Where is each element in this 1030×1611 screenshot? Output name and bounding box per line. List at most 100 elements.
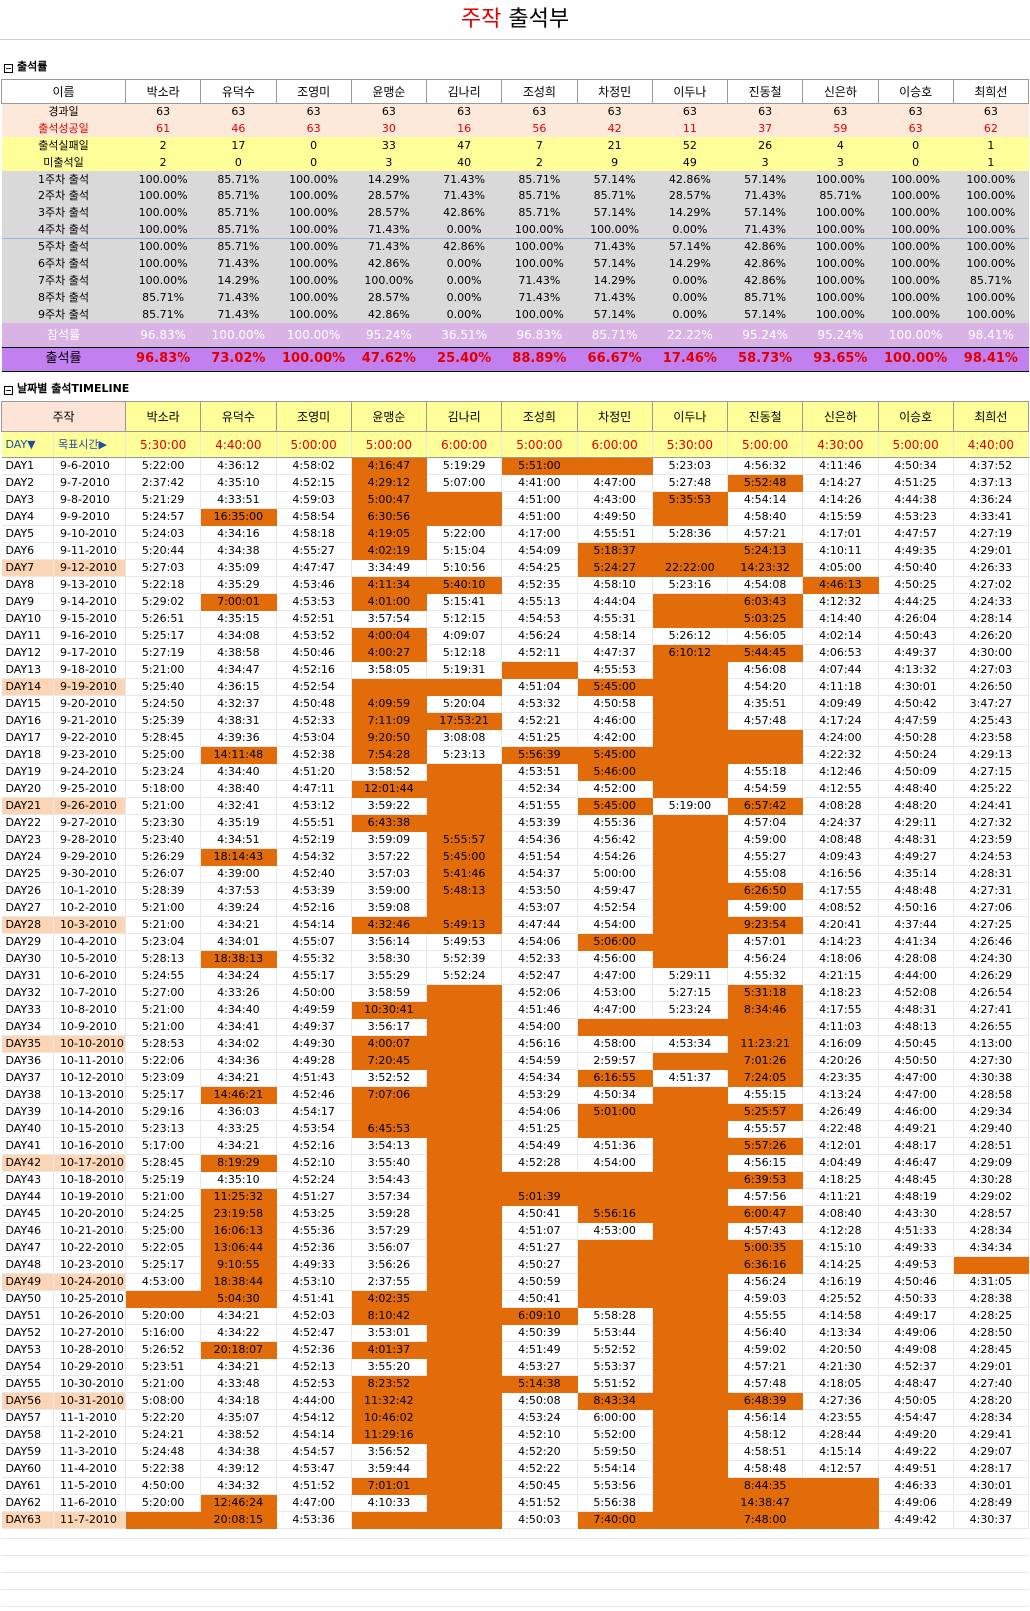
rate-cell: 100.00% [878, 346, 954, 372]
time-cell: 4:11:34 [351, 576, 428, 594]
time-cell: 4:27:30 [953, 1052, 1030, 1070]
name-cell: 이승호 [877, 79, 954, 104]
time-cell: 4:04:49 [802, 1154, 879, 1172]
summary-cell: 42.86% [426, 238, 502, 256]
time-cell: 4:23:35 [802, 1069, 879, 1087]
summary-cell: 62 [953, 120, 1029, 138]
time-cell: 4:48:48 [878, 882, 954, 900]
time-cell [426, 1035, 503, 1053]
day-sort-label[interactable]: DAY▼ [1, 431, 54, 458]
summary-cell: 63 [351, 103, 427, 121]
date-cell: 9-21-2010 [53, 712, 126, 730]
time-cell: 5:22:00 [426, 525, 503, 543]
date-cell: 10-21-2010 [53, 1222, 126, 1240]
time-cell: 5:45:00 [577, 678, 653, 696]
table-row: DAY1 9-6-2010 5:22:00 4:36:12 4:58:02 4:16:47… [1, 457, 1030, 475]
time-cell: 5:24:25 [125, 1205, 202, 1223]
time-cell: 11:29:16 [351, 1426, 428, 1444]
day-cell: DAY27 [1, 899, 54, 917]
summary-cell: 57.14% [727, 306, 803, 324]
time-cell: 4:51:49 [501, 1341, 578, 1359]
time-cell: 4:52:22 [501, 1460, 578, 1478]
time-cell: 4:23:55 [802, 1409, 879, 1427]
date-cell: 9-29-2010 [53, 848, 126, 866]
table-row: DAY29 10-4-2010 5:23:04 4:34:01 4:55:07 3:56:… [1, 933, 1030, 951]
time-cell [652, 899, 729, 917]
time-cell: 4:17:24 [802, 712, 879, 730]
time-cell: 4:12:01 [802, 1137, 879, 1155]
time-cell: 3:56:26 [351, 1256, 428, 1274]
date-cell: 9-18-2010 [53, 661, 126, 679]
time-cell: 4:34:21 [200, 1358, 277, 1376]
table-row: DAY11 9-16-2010 5:25:17 4:34:08 4:53:52 4:00:… [1, 627, 1030, 645]
time-cell: 4:52:35 [501, 576, 578, 594]
time-cell: 5:28:39 [125, 882, 202, 900]
time-cell: 4:16:56 [802, 865, 879, 883]
summary-header-row: 이름 박소라 유덕수 조영미 윤맹순 김나리 조성희 차정민 이두나 진동철 신은하 이승호 최희선 [1, 79, 1030, 104]
time-cell: 5:29:16 [125, 1103, 202, 1121]
summary-cell: 100.00% [276, 272, 352, 290]
time-cell [652, 729, 729, 747]
time-cell: 4:24:41 [953, 797, 1030, 815]
section-timeline[interactable]: − 날짜별 출석TIMELINE [4, 380, 129, 398]
summary-cell: 42.86% [426, 204, 502, 222]
row-label: 8주차 출석 [1, 289, 126, 307]
summary-cell: 100.00% [501, 221, 577, 239]
time-cell [426, 1086, 503, 1104]
time-cell: 4:50:45 [878, 1035, 954, 1053]
summary-cell: 59 [802, 120, 878, 138]
time-cell: 4:50:40 [878, 559, 954, 577]
collapse-icon[interactable]: − [4, 64, 13, 73]
time-cell: 4:54:09 [501, 542, 578, 560]
page-title: 주작 출석부 [0, 0, 1030, 40]
rate-cell: 73.02% [200, 346, 276, 372]
summary-cell: 100.00% [802, 255, 878, 273]
time-cell: 5:25:19 [125, 1171, 202, 1189]
section-attendance-rate[interactable]: − 출석률 [4, 58, 47, 76]
time-cell: 5:22:00 [125, 457, 202, 475]
time-cell: 4:58:00 [577, 1035, 653, 1053]
time-cell: 4:49:27 [878, 848, 954, 866]
time-cell: 3:59:22 [351, 797, 428, 815]
time-cell: 4:54:53 [501, 610, 578, 628]
time-cell: 4:28:58 [953, 1086, 1030, 1104]
time-cell: 4:25:52 [802, 1290, 879, 1308]
summary-cell: 2 [125, 137, 201, 155]
time-cell: 4:49:30 [276, 1035, 352, 1053]
time-cell: 4:54:36 [501, 831, 578, 849]
time-cell: 4:58:48 [727, 1460, 804, 1478]
time-cell: 4:34:01 [200, 933, 277, 951]
time-cell: 4:11:18 [802, 678, 879, 696]
summary-cell: 100.00% [351, 272, 427, 290]
time-cell: 4:31:05 [953, 1273, 1030, 1291]
time-cell: 4:47:47 [276, 559, 352, 577]
time-cell: 4:36:24 [953, 491, 1030, 509]
time-cell: 4:51:36 [577, 1137, 653, 1155]
table-row: DAY4 9-9-2010 5:24:57 16:35:00 4:58:54 6:30:5… [1, 508, 1030, 526]
time-cell: 8:43:34 [577, 1392, 653, 1410]
summary-cell: 71.43% [426, 171, 502, 188]
summary-cell: 100.00% [953, 289, 1029, 307]
time-cell: 4:20:50 [802, 1341, 879, 1359]
time-cell: 3:59:28 [351, 1205, 428, 1223]
summary-cell: 1 [953, 154, 1029, 172]
time-cell: 4:52:00 [577, 780, 653, 798]
time-cell: 4:52:38 [276, 746, 352, 764]
time-cell [652, 1273, 729, 1291]
time-cell: 5:40:10 [426, 576, 503, 594]
time-cell: 5:56:16 [577, 1205, 653, 1223]
time-cell: 4:27:03 [953, 661, 1030, 679]
collapse-icon[interactable]: − [4, 386, 13, 395]
row-label: 3주차 출석 [1, 204, 126, 222]
summary-row: 5주차 출석 100.00% 85.71% 100.00% 71.43% 42.86% 10… [1, 238, 1029, 256]
time-cell: 4:33:41 [953, 508, 1030, 526]
time-cell: 4:49:33 [878, 1239, 954, 1257]
time-cell: 4:51:25 [501, 1120, 578, 1138]
time-cell: 4:51:55 [501, 797, 578, 815]
time-cell: 4:00:07 [351, 1035, 428, 1053]
day-cell: DAY19 [1, 763, 54, 781]
time-cell: 5:18:00 [125, 780, 202, 798]
time-cell: 4:52:03 [276, 1307, 352, 1325]
time-cell: 5:07:00 [426, 474, 503, 492]
time-cell: 4:28:14 [953, 610, 1030, 628]
